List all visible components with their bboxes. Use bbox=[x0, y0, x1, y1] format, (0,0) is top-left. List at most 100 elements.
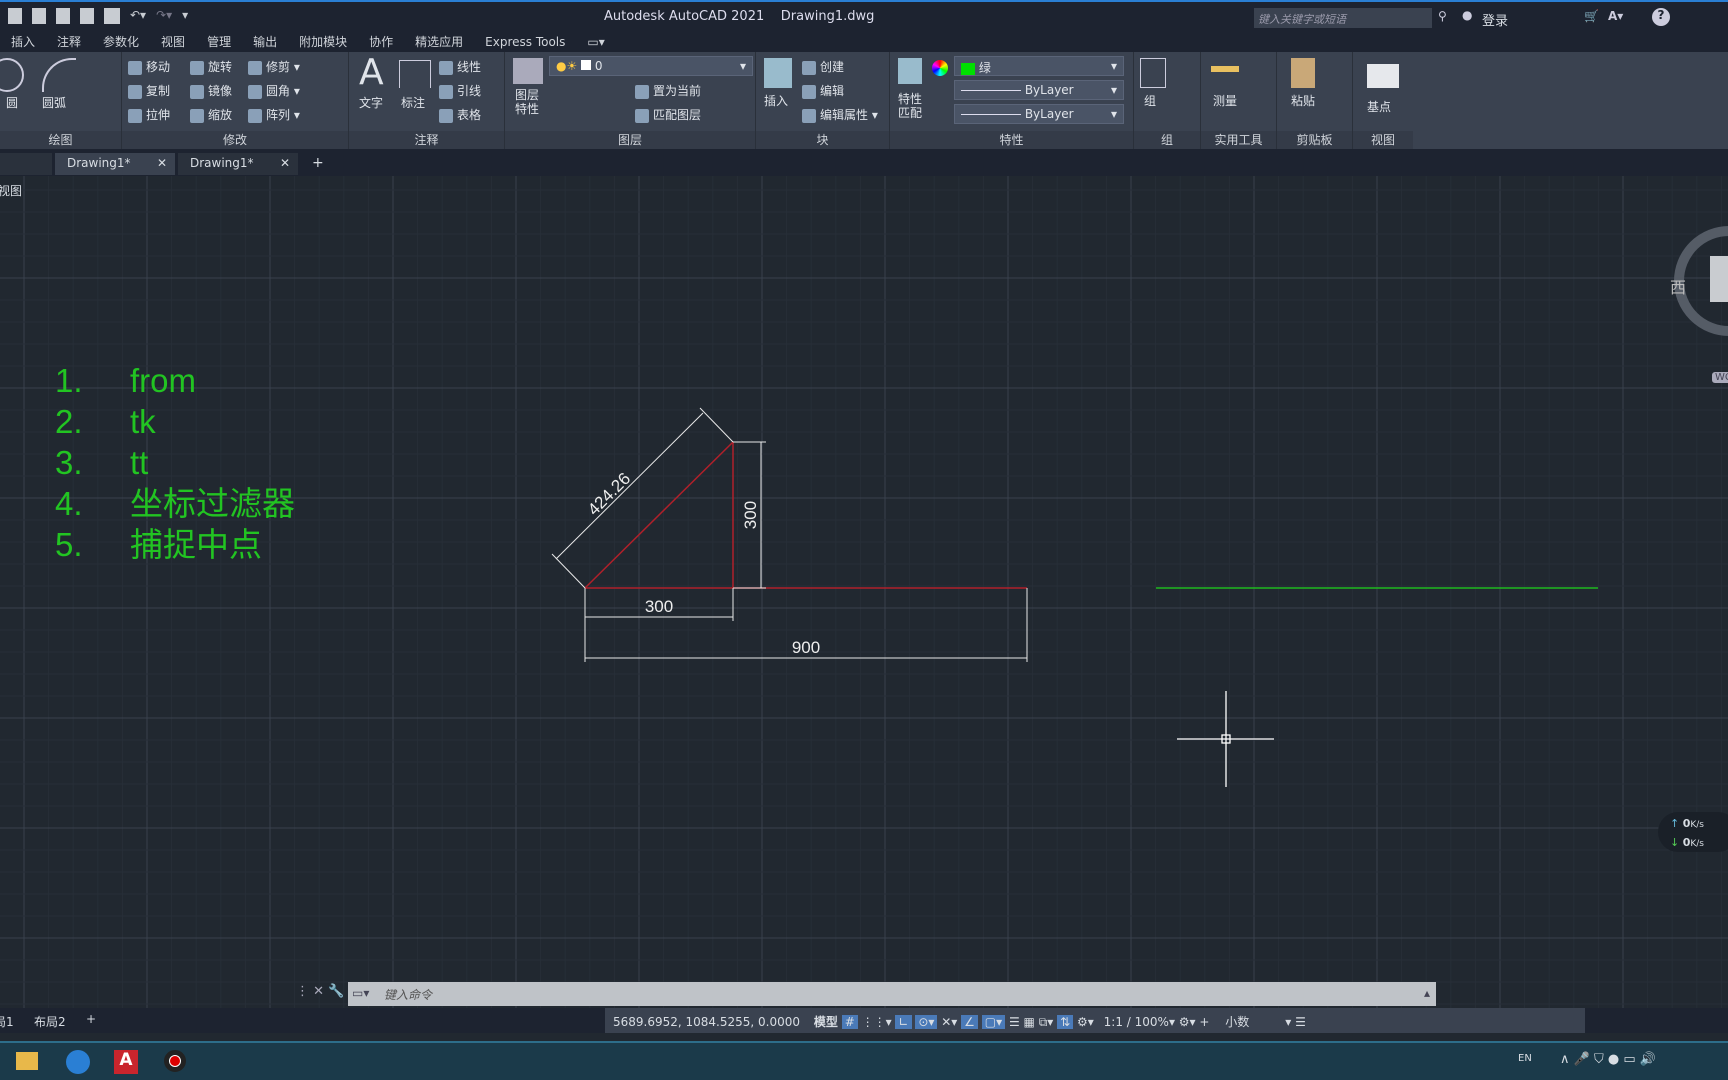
snap-toggle[interactable]: ⋮⋮▾ bbox=[862, 1015, 892, 1029]
lineweight-dropdown[interactable]: ByLayer ▾ bbox=[954, 104, 1124, 124]
command-input[interactable]: ▭▾ 键入命令 ▴ bbox=[348, 982, 1436, 1006]
viewcube-face[interactable] bbox=[1710, 256, 1728, 302]
customize-icon[interactable]: ☰ bbox=[1295, 1015, 1306, 1029]
units-dropdown[interactable]: 小数 bbox=[1225, 1013, 1285, 1030]
tab-drawing1[interactable]: Drawing1* ✕ bbox=[178, 153, 298, 175]
ribbon-toggle-icon[interactable]: ▭▾ bbox=[576, 35, 615, 49]
tab-insert[interactable]: 插入 bbox=[0, 33, 46, 50]
panel-title-block[interactable]: 块 bbox=[756, 131, 889, 149]
panel-title-groups[interactable]: 组 bbox=[1134, 131, 1200, 149]
create-block-button[interactable]: 创建 bbox=[802, 58, 844, 75]
user-icon[interactable]: ● bbox=[1462, 8, 1472, 22]
tab-featured-apps[interactable]: 精选应用 bbox=[404, 33, 474, 50]
new-tab-button[interactable]: + bbox=[312, 155, 324, 171]
layout-tab-2[interactable]: 布局2 bbox=[34, 1013, 66, 1030]
grid-toggle[interactable]: # bbox=[841, 1015, 858, 1029]
layout-tab-1[interactable]: 局1 bbox=[0, 1013, 14, 1030]
match-properties-button[interactable]: 特性 匹配 bbox=[898, 92, 922, 120]
fillet-button[interactable]: 圆角 ▾ bbox=[248, 82, 300, 99]
panel-title-draw[interactable]: 绘图 bbox=[0, 131, 121, 149]
system-tray-icons[interactable]: ∧ 🎤 ⛉ ● ▭ 🔊 bbox=[1560, 1052, 1656, 1067]
paste-button[interactable]: 粘贴 bbox=[1291, 92, 1315, 109]
autodesk-icon[interactable]: A▾ bbox=[1608, 9, 1623, 23]
array-button[interactable]: 阵列 ▾ bbox=[248, 106, 300, 123]
base-point-button[interactable]: 基点 bbox=[1367, 98, 1391, 115]
undo-icon[interactable]: ↶▾ bbox=[130, 8, 146, 24]
panel-title-modify[interactable]: 修改 bbox=[122, 131, 348, 149]
tab-annotate[interactable]: 注释 bbox=[46, 33, 92, 50]
command-line-grip[interactable]: ⋮ ✕ 🔧 bbox=[296, 984, 344, 999]
dimension-button[interactable]: 标注 bbox=[401, 94, 425, 111]
circle-button[interactable]: 圆 bbox=[6, 94, 18, 111]
add-layout-button[interactable]: + bbox=[86, 1012, 96, 1026]
panel-title-layers[interactable]: 图层 bbox=[505, 131, 755, 149]
table-button[interactable]: 表格 bbox=[439, 106, 481, 123]
otrack-toggle[interactable]: ▢▾ bbox=[981, 1015, 1006, 1029]
ortho-toggle[interactable]: ∟ bbox=[895, 1015, 912, 1029]
model-space[interactable]: 424.26 300 300 900 bbox=[0, 167, 1728, 1008]
scale-button[interactable]: 缩放 bbox=[190, 106, 232, 123]
open-icon[interactable] bbox=[56, 8, 70, 24]
layer-dropdown[interactable]: ●☀ 0 ▾ bbox=[549, 56, 753, 76]
autocad-taskbar-icon[interactable]: A bbox=[114, 1050, 138, 1074]
recorder-icon[interactable] bbox=[164, 1050, 186, 1072]
polar-toggle[interactable]: ⊙▾ bbox=[915, 1015, 938, 1029]
transparency-toggle[interactable]: ▦ bbox=[1024, 1015, 1035, 1029]
file-explorer-icon[interactable] bbox=[16, 1052, 38, 1070]
linear-button[interactable]: 线性 bbox=[439, 58, 481, 75]
edit-attributes-button[interactable]: 编辑属性 ▾ bbox=[802, 106, 878, 123]
tab-view[interactable]: 视图 bbox=[150, 33, 196, 50]
redo-icon[interactable]: ↷▾ bbox=[156, 8, 172, 24]
tab-drawing1-active[interactable]: Drawing1* ✕ bbox=[55, 153, 175, 175]
isodraft-toggle[interactable]: ✕▾ bbox=[941, 1015, 957, 1029]
arc-button[interactable]: 圆弧 bbox=[42, 94, 66, 111]
annotation-scale[interactable]: 1:1 / 100% bbox=[1104, 1015, 1169, 1029]
leader-button[interactable]: 引线 bbox=[439, 82, 481, 99]
command-history-arrow[interactable]: ▴ bbox=[1424, 986, 1430, 1000]
login-button[interactable]: 登录 bbox=[1482, 10, 1508, 29]
measure-button[interactable]: 测量 bbox=[1213, 92, 1237, 109]
copy-button[interactable]: 复制 bbox=[128, 82, 170, 99]
match-layer-button[interactable]: 匹配图层 bbox=[635, 106, 701, 123]
selection-cycling-toggle[interactable]: ⧉▾ bbox=[1039, 1015, 1054, 1029]
mirror-button[interactable]: 镜像 bbox=[190, 82, 232, 99]
layer-properties-button[interactable]: 图层 特性 bbox=[515, 88, 539, 116]
close-icon[interactable]: ✕ bbox=[157, 156, 167, 170]
osnap-toggle[interactable]: ∠ bbox=[961, 1015, 978, 1029]
language-indicator[interactable]: EN bbox=[1518, 1053, 1532, 1064]
app-icon[interactable] bbox=[66, 1050, 90, 1074]
workspace-icon[interactable]: ⚙▾ bbox=[1077, 1015, 1094, 1029]
lineweight-toggle[interactable]: ☰ bbox=[1009, 1015, 1020, 1029]
tab-start[interactable] bbox=[0, 153, 52, 175]
tab-parametric[interactable]: 参数化 bbox=[92, 33, 150, 50]
panel-title-clipboard[interactable]: 剪贴板 bbox=[1277, 131, 1352, 149]
share-icon[interactable] bbox=[80, 8, 94, 24]
print-icon[interactable] bbox=[104, 8, 120, 24]
color-dropdown[interactable]: 绿 ▾ bbox=[954, 56, 1124, 76]
close-icon[interactable]: ✕ bbox=[280, 156, 290, 170]
save-as-icon[interactable] bbox=[32, 8, 46, 24]
command-prompt-icon[interactable]: ▭▾ bbox=[352, 986, 369, 1000]
rotate-button[interactable]: 旋转 bbox=[190, 58, 232, 75]
edit-block-button[interactable]: 编辑 bbox=[802, 82, 844, 99]
cart-icon[interactable]: 🛒 bbox=[1584, 9, 1599, 23]
help-icon[interactable]: ? bbox=[1652, 8, 1670, 26]
tab-manage[interactable]: 管理 bbox=[196, 33, 242, 50]
stretch-button[interactable]: 拉伸 bbox=[128, 106, 170, 123]
search-input[interactable]: 键入关键字或短语 bbox=[1254, 8, 1432, 28]
panel-title-properties[interactable]: 特性 bbox=[890, 131, 1133, 149]
text-button[interactable]: 文字 bbox=[359, 94, 383, 111]
customize-icon[interactable]: ▾ bbox=[182, 8, 188, 24]
panel-title-annotation[interactable]: 注释 bbox=[349, 131, 504, 149]
settings-icon[interactable]: ⚙▾ + bbox=[1179, 1015, 1210, 1029]
trim-button[interactable]: 修剪 ▾ bbox=[248, 58, 300, 75]
panel-title-view[interactable]: 视图 bbox=[1353, 131, 1413, 149]
viewcube-west-label[interactable]: 西 bbox=[1670, 274, 1686, 298]
panel-title-utilities[interactable]: 实用工具 bbox=[1201, 131, 1276, 149]
search-icon[interactable]: ⚲ bbox=[1438, 9, 1447, 23]
model-button[interactable]: 模型 bbox=[814, 1015, 838, 1029]
coordinates-readout[interactable]: 5689.6952, 1084.5255, 0.0000 bbox=[613, 1015, 800, 1029]
tab-express-tools[interactable]: Express Tools bbox=[474, 35, 576, 49]
insert-button[interactable]: 插入 bbox=[764, 92, 788, 109]
save-icon[interactable] bbox=[8, 8, 22, 24]
